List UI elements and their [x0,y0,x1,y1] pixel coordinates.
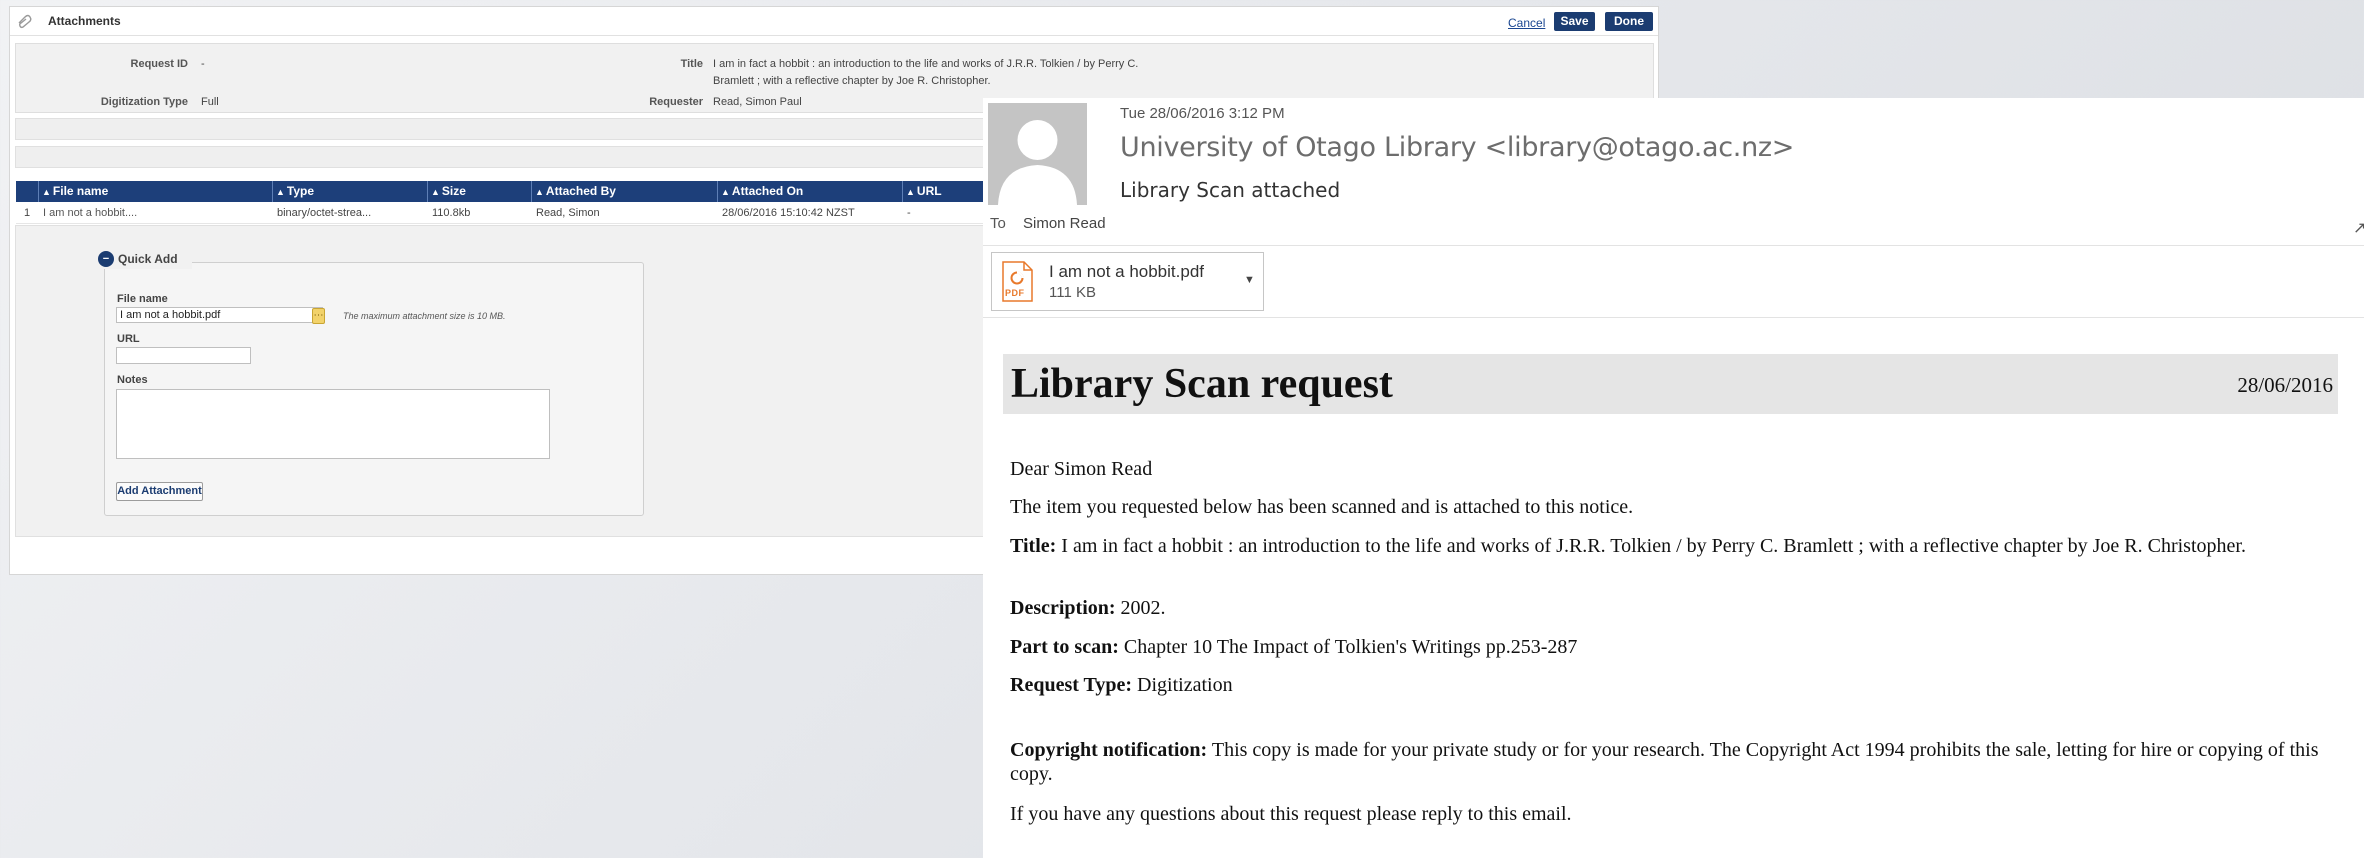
sort-icon: ▲︎ [276,187,285,197]
sender-avatar [988,103,1087,205]
to-recipient[interactable]: Simon Read [1023,215,1106,232]
col-header-size[interactable]: ▲︎ Size [427,181,531,202]
body-date: 28/06/2016 [2237,373,2333,397]
file-name-field[interactable]: I am not a hobbit.pdf [116,307,323,323]
greeting: Dear Simon Read [1010,458,1153,480]
save-button[interactable]: Save [1554,12,1595,31]
pdf-file-icon: PDF [1002,261,1033,302]
col-header-type[interactable]: ▲︎ Type [272,181,427,202]
description-label: Description: [1010,597,1116,619]
add-attachment-button[interactable]: Add Attachment [116,482,203,501]
part-label: Part to scan: [1010,636,1119,658]
description-value: 2002. [1120,597,1166,619]
request-id-value: - [201,58,205,70]
notes-textarea[interactable] [116,389,550,459]
email-sender[interactable]: University of Otago Library <library@ota… [1120,132,1794,163]
part-paragraph: Part to scan: Chapter 10 The Impact of T… [1010,635,2335,659]
request-id-label: Request ID [130,58,188,70]
body-heading-bar: Library Scan request 28/06/2016 [1003,354,2338,414]
to-label: To [990,215,1006,232]
chevron-down-icon[interactable]: ▼︎ [1244,274,1255,286]
row-index: 1 [24,207,31,219]
copyright-label: Copyright notification: [1010,739,1208,761]
cell-size: 110.8kb [432,207,471,219]
sort-icon: ▲︎ [535,187,544,197]
cancel-link[interactable]: Cancel [1508,16,1545,30]
attachment-size: 111 KB [1049,284,1096,301]
body-heading: Library Scan request [1011,361,1393,407]
done-button[interactable]: Done [1605,12,1653,31]
intro-text: The item you requested below has been sc… [1010,496,1634,518]
request-type-label: Request Type: [1010,674,1133,696]
title-value: I am in fact a hobbit : an introduction … [1061,535,2246,557]
col-header-attached-by[interactable]: ▲︎ Attached By [531,181,717,202]
title-paragraph: Title: I am in fact a hobbit : an introd… [1010,534,2335,558]
page-title: Attachments [48,14,121,28]
title-label: Title: [1010,535,1057,557]
collapse-icon[interactable]: − [98,251,114,267]
url-field[interactable] [116,347,251,364]
divider [983,317,2364,318]
attachment-card[interactable]: PDF I am not a hobbit.pdf 111 KB ▼︎ [991,252,1264,311]
sort-icon: ▲︎ [906,187,915,197]
closing-text: If you have any questions about this req… [1010,803,1572,825]
file-name-label: File name [117,293,168,305]
digitization-type-value: Full [201,96,219,108]
sort-icon: ▲︎ [431,187,440,197]
description-paragraph: Description: 2002. [1010,596,2335,620]
cell-type: binary/octet-strea... [277,207,372,219]
col-header-attached-on[interactable]: ▲︎ Attached On [717,181,902,202]
col-header-file-name[interactable]: ▲︎ File name [38,181,272,202]
copyright-paragraph: Copyright notification: This copy is mad… [1010,738,2335,786]
email-subject: Library Scan attached [1120,178,1341,202]
url-label: URL [117,333,140,345]
email-date: Tue 28/06/2016 3:12 PM [1120,105,1285,122]
notes-label: Notes [117,374,148,386]
quick-add-legend[interactable]: − Quick Add [98,251,192,269]
title-value-line2: Bramlett ; with a reflective chapter by … [713,75,991,87]
attachment-name: I am not a hobbit.pdf [1049,262,1204,281]
sort-icon: ▲︎ [42,187,51,197]
divider [983,245,2364,246]
expand-icon[interactable]: ↗ [2353,218,2364,238]
copyright-value: This copy is made for your private study… [1010,739,2319,785]
window-header: Attachments Cancel Save Done [10,7,1658,36]
digitization-type-label: Digitization Type [100,96,188,108]
col-index-header [16,181,38,202]
requester-label: Requester [649,96,703,108]
title-label: Title [680,58,703,70]
request-type-paragraph: Request Type: Digitization [1010,673,2335,697]
attachments-icon [16,13,34,29]
max-size-hint: The maximum attachment size is 10 MB. [343,311,506,321]
sort-icon: ▲︎ [721,187,730,197]
requester-value: Read, Simon Paul [713,96,802,108]
cell-file-name[interactable]: I am not a hobbit.... [39,203,137,223]
cell-attached-on: 28/06/2016 15:10:42 NZST [722,207,855,219]
email-reading-pane: Tue 28/06/2016 3:12 PM University of Ota… [983,98,2364,858]
request-type-value: Digitization [1137,674,1233,696]
browse-file-icon[interactable]: ⋯ [312,308,325,324]
title-value-line1: I am in fact a hobbit : an introduction … [713,58,1139,70]
cell-url: - [907,207,911,219]
cell-attached-by: Read, Simon [536,207,600,219]
part-value: Chapter 10 The Impact of Tolkien's Writi… [1123,636,1578,658]
